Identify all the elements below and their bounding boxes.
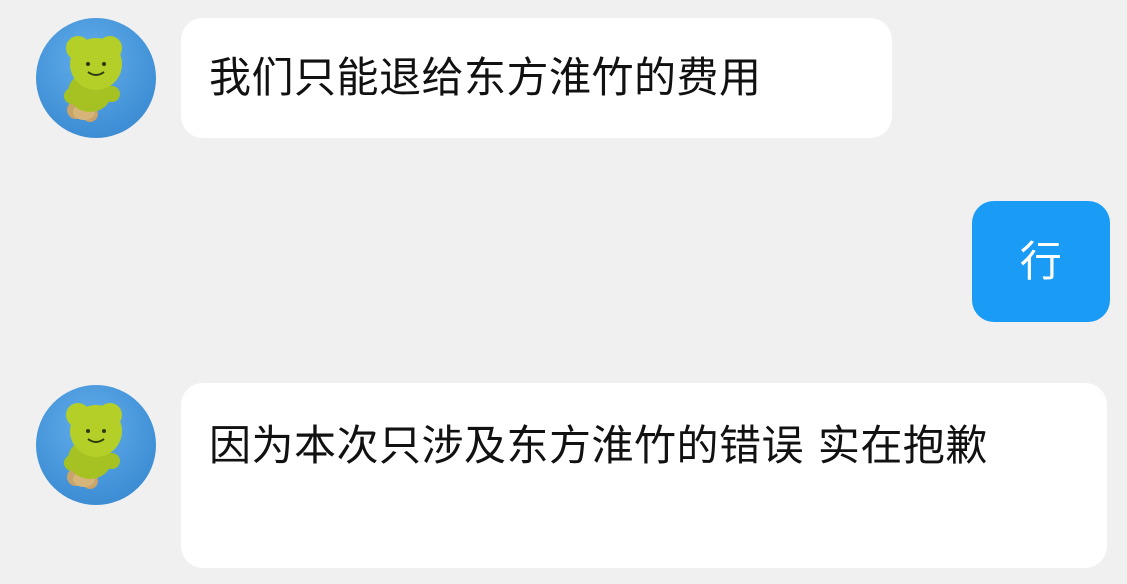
message-text: 我们只能退给东方淮竹的费用 [209, 53, 762, 102]
green-plush-frog-icon [64, 403, 122, 489]
chat-view: 我们只能退给东方淮竹的费用 行 因为本次只涉及东方淮竹的错误 实在抱歉 [0, 0, 1127, 584]
message-text: 行 [1019, 237, 1063, 286]
incoming-message-bubble[interactable]: 因为本次只涉及东方淮竹的错误 实在抱歉 [181, 383, 1107, 568]
contact-avatar[interactable] [36, 18, 156, 138]
outgoing-message-bubble[interactable]: 行 [972, 201, 1110, 322]
green-plush-frog-icon [64, 36, 122, 122]
contact-avatar[interactable] [36, 385, 156, 505]
message-text: 因为本次只涉及东方淮竹的错误 实在抱歉 [209, 421, 988, 470]
incoming-message-bubble[interactable]: 我们只能退给东方淮竹的费用 [181, 18, 892, 138]
